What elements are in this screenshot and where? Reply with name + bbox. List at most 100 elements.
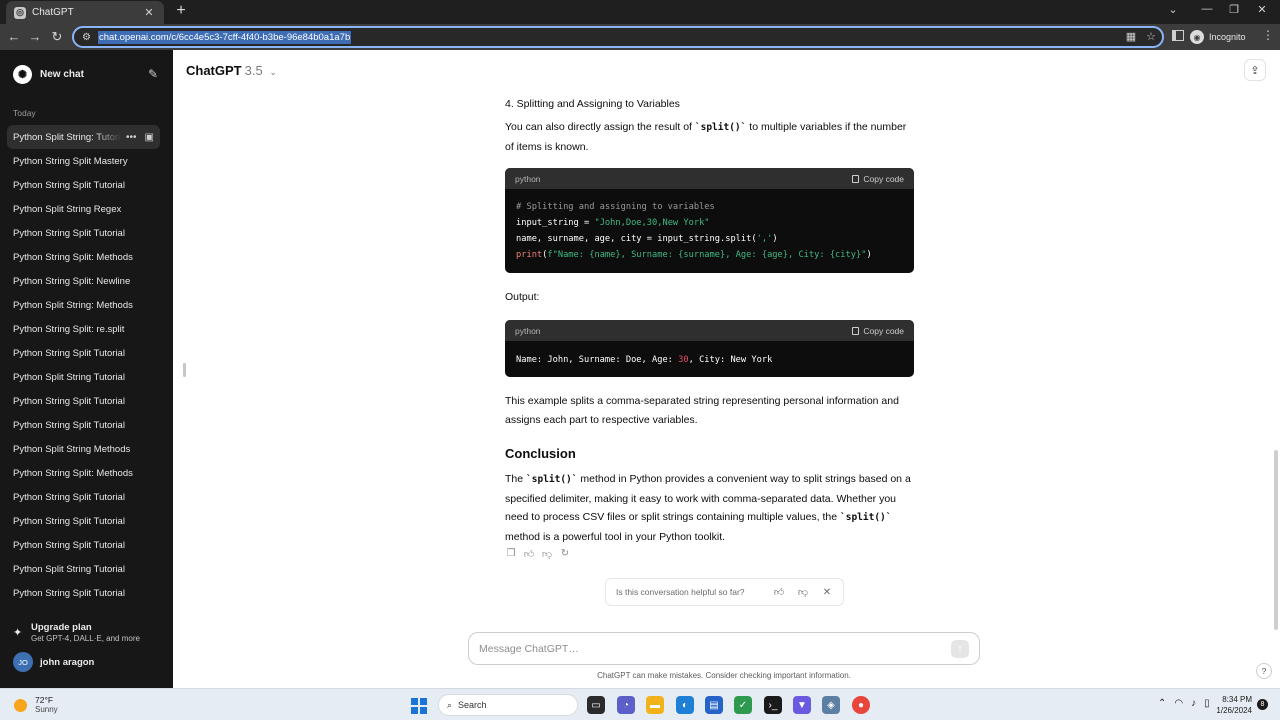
feedback-prompt: Is this conversation helpful so far? 👍︎ … <box>605 578 844 606</box>
taskbar-search[interactable]: ⌕ Search <box>438 694 578 716</box>
chat-history-item[interactable]: Python String Split: Newline <box>7 269 160 293</box>
scrollbar-thumb[interactable] <box>1274 450 1278 630</box>
sidebar-toggle-handle[interactable] <box>183 363 186 377</box>
chat-item-label: Python String Split: Methods <box>13 467 133 479</box>
chat-item-label: Python Split String Regex <box>13 203 122 215</box>
chat-history-item[interactable]: Python String Split Tutorial <box>7 533 160 557</box>
output-code-block: python Copy code Name: John, Surname: Do… <box>505 320 914 377</box>
incognito-label: Incognito <box>1209 32 1246 42</box>
side-panel-icon[interactable] <box>1172 30 1184 41</box>
tab-search-icon[interactable]: ⌄ <box>1163 3 1183 16</box>
share-button[interactable]: ⇪ <box>1244 59 1266 81</box>
battery-icon[interactable]: ▯ <box>1204 698 1210 709</box>
thumbs-up-icon[interactable]: 👍︎ <box>523 548 535 560</box>
file-explorer-icon[interactable]: ▬ <box>646 696 664 714</box>
vpn-app-icon[interactable]: ▼ <box>793 696 811 714</box>
weather-condition: Sunny <box>35 705 58 714</box>
copy-icon[interactable]: ❐ <box>505 548 517 560</box>
upgrade-plan-button[interactable]: ✦ Upgrade plan Get GPT-4, DALL·E, and mo… <box>13 622 140 643</box>
tab-title: ChatGPT <box>32 7 74 18</box>
send-button[interactable]: ↑ <box>951 639 969 658</box>
code-language: python <box>515 325 541 336</box>
edge-browser-icon[interactable]: ◐ <box>676 696 694 714</box>
bookmark-star-icon[interactable]: ☆ <box>1146 30 1156 43</box>
task-view-icon[interactable]: ▭ <box>587 696 605 714</box>
windows-start-icon[interactable] <box>411 698 427 714</box>
chat-history-item[interactable]: Python String Split: re.split <box>7 317 160 341</box>
message-input[interactable] <box>479 642 951 655</box>
code-content: Name: John, Surname: Doe, Age: 30, City:… <box>516 355 773 365</box>
weather-widget[interactable]: 72°F Sunny <box>14 695 58 715</box>
close-tab-icon[interactable]: ✕ <box>142 6 156 19</box>
regenerate-icon[interactable]: ↻ <box>559 548 571 560</box>
chat-history-item[interactable]: Python String Split Tutorial <box>7 173 160 197</box>
incognito-badge[interactable]: ◉ Incognito <box>1190 30 1246 44</box>
photos-app-icon[interactable]: ◈ <box>822 696 840 714</box>
model-selector[interactable]: ChatGPT 3.5 ⌄ <box>186 63 277 78</box>
site-info-icon[interactable]: ⚙ <box>82 32 96 43</box>
chat-history-item[interactable]: Python String Split Tutorial <box>7 413 160 437</box>
thumbs-up-icon[interactable]: 👍︎ <box>773 586 785 598</box>
chat-history-item[interactable]: Python String Split Tutorial <box>7 485 160 509</box>
back-icon[interactable]: ← <box>6 29 22 45</box>
code-block-header: python Copy code <box>505 168 914 189</box>
chat-item-label: Python Split String: Tutorial <box>13 131 123 143</box>
chat-history-item-active[interactable]: Python Split String: Tutorial ••• ▣ <box>7 125 160 149</box>
chat-item-label: Python String Split Mastery <box>13 155 128 167</box>
store-icon[interactable]: ▤ <box>705 696 723 714</box>
chat-history-item[interactable]: Python String Split Tutorial <box>7 509 160 533</box>
chevron-up-icon[interactable]: ⌃ <box>1158 698 1166 709</box>
chat-history-item[interactable]: Python Split String Regex <box>7 197 160 221</box>
reload-icon[interactable]: ↻ <box>49 29 65 45</box>
help-button[interactable]: ? <box>1256 663 1272 679</box>
spreadsheet-app-icon[interactable]: ✓ <box>734 696 752 714</box>
chat-history-item[interactable]: Python Split String: Methods <box>7 293 160 317</box>
search-icon: ⌕ <box>447 699 453 710</box>
copy-code-button[interactable]: Copy code <box>852 326 904 336</box>
thumbs-down-icon[interactable]: 👎︎ <box>541 548 553 560</box>
clock[interactable]: 8:34 PM 1/26/2024 <box>1212 694 1252 716</box>
terminal-icon[interactable]: ›_ <box>764 696 782 714</box>
browser-menu-icon[interactable]: ⋮ <box>1262 28 1274 42</box>
qr-code-icon[interactable]: ▦ <box>1126 30 1136 43</box>
new-chat-label[interactable]: New chat <box>40 69 145 80</box>
minimize-icon[interactable]: — <box>1197 3 1217 15</box>
chat-history-item[interactable]: Python String Split Mastery <box>7 149 160 173</box>
new-chat-row[interactable]: ✺ New chat ✎ <box>6 63 161 85</box>
chat-history-item[interactable]: Python String Split Tutorial <box>7 581 160 605</box>
url-text[interactable]: chat.openai.com/c/6cc4e5c3-7cff-4f40-b3b… <box>98 30 352 44</box>
chat-item-label: Python String Split Tutorial <box>13 419 125 431</box>
system-tray: ⌃ ◠ ♪ ▯ <box>1158 698 1210 709</box>
more-options-icon[interactable]: ••• <box>126 132 137 143</box>
chat-history-item[interactable]: Python String Split: Methods <box>7 245 160 269</box>
chat-history-item[interactable]: Python String Split Tutorial <box>7 341 160 365</box>
new-tab-button[interactable]: + <box>172 2 190 20</box>
restore-icon[interactable]: ❐ <box>1224 3 1244 16</box>
chat-item-label: Python String Split: Methods <box>13 251 133 263</box>
chat-item-label: Python String Split: re.split <box>13 323 125 335</box>
close-icon[interactable]: ✕ <box>821 587 833 598</box>
chrome-browser-icon[interactable]: ● <box>852 696 870 714</box>
chat-app-icon[interactable]: ◔ <box>617 696 635 714</box>
paragraph-assign: You can also directly assign the result … <box>505 121 907 153</box>
chat-history-item[interactable]: Python String Split Tutorial <box>7 389 160 413</box>
speaker-icon[interactable]: ♪ <box>1191 698 1196 709</box>
chat-history-item[interactable]: Python Split String Tutorial <box>7 557 160 581</box>
browser-tab[interactable]: ◎ ChatGPT ✕ <box>6 1 164 24</box>
copy-code-button[interactable]: Copy code <box>852 174 904 184</box>
heading-conclusion: Conclusion <box>505 446 576 461</box>
thumbs-down-icon[interactable]: 👎︎ <box>797 586 809 598</box>
archive-icon[interactable]: ▣ <box>145 132 154 143</box>
chat-history-item[interactable]: Python Split String Methods <box>7 437 160 461</box>
browser-tab-bar: ◎ ChatGPT ✕ + ⌄ — ❐ ✕ <box>0 0 1280 24</box>
user-menu[interactable]: JO john aragon <box>13 652 94 672</box>
chat-history-item[interactable]: Python String Split: Methods <box>7 461 160 485</box>
notification-badge[interactable]: 8 <box>1257 699 1268 710</box>
new-chat-edit-icon[interactable]: ✎ <box>145 67 161 81</box>
close-window-icon[interactable]: ✕ <box>1252 3 1272 16</box>
chat-history-item[interactable]: Python Split String Tutorial <box>7 365 160 389</box>
wifi-icon[interactable]: ◠ <box>1174 698 1183 709</box>
address-bar[interactable]: ⚙ chat.openai.com/c/6cc4e5c3-7cff-4f40-b… <box>72 26 1164 48</box>
forward-icon[interactable]: → <box>27 29 43 45</box>
chat-history-item[interactable]: Python String Split Tutorial <box>7 221 160 245</box>
